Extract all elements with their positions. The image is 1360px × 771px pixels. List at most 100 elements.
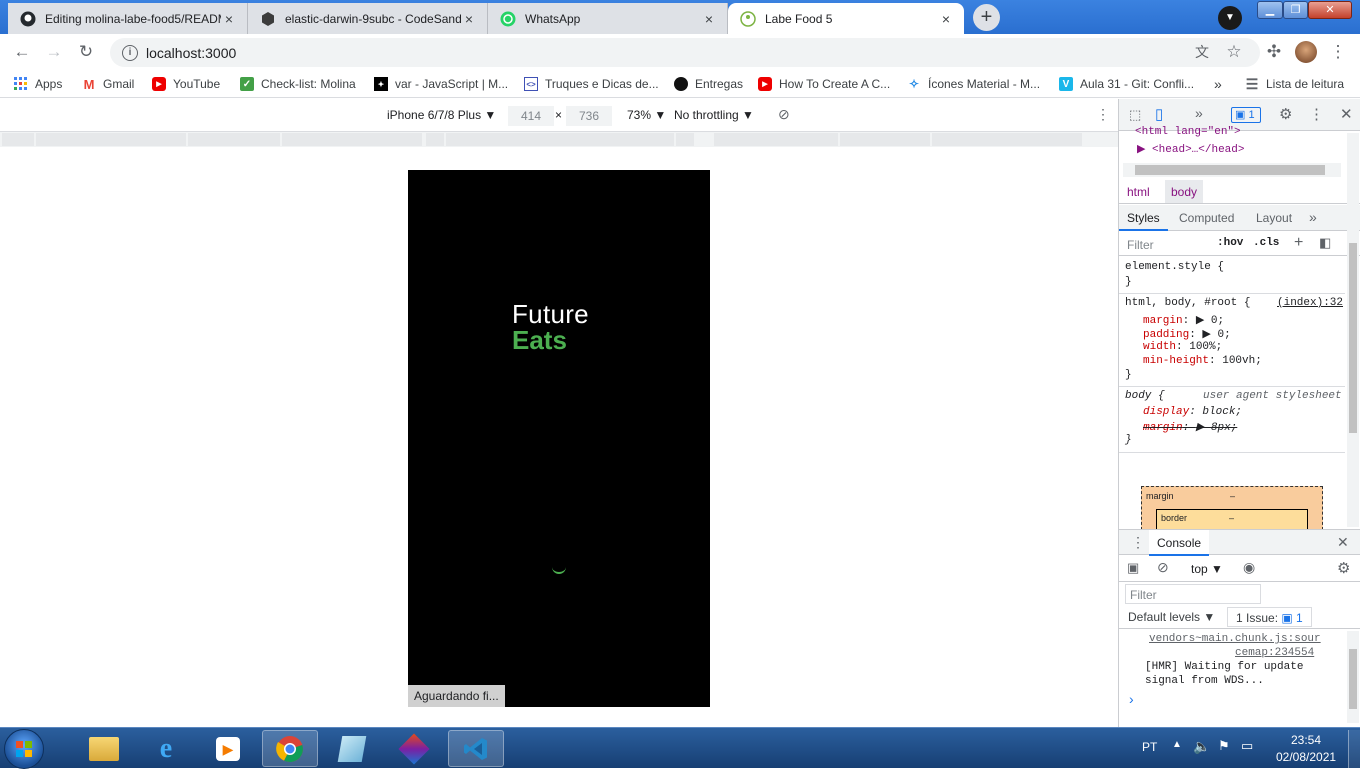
bookmark-apps[interactable]: Apps xyxy=(14,75,62,93)
css-prop-row-overridden[interactable]: margin: ▶ 8px; xyxy=(1143,420,1237,434)
bookmark-youtube[interactable]: ▶ YouTube xyxy=(152,75,220,93)
rule1-selector[interactable]: html, body, #root { xyxy=(1125,297,1250,309)
flag-icon[interactable]: ⚑ xyxy=(1218,738,1230,754)
volume-icon[interactable]: 🔈 xyxy=(1193,738,1210,755)
close-icon[interactable]: ✕ xyxy=(1337,534,1349,551)
console-filter-input[interactable]: Filter xyxy=(1125,584,1261,604)
dom-node-head[interactable]: ▶ <head>…</head> xyxy=(1137,142,1244,156)
tab-labefood[interactable]: Labe Food 5 × xyxy=(728,3,964,34)
tab-styles[interactable]: Styles xyxy=(1119,205,1168,231)
styles-filter-input[interactable]: Filter xyxy=(1127,238,1154,252)
horizontal-scrollbar[interactable] xyxy=(1123,163,1341,177)
css-prop-row[interactable]: display: block; xyxy=(1143,406,1242,418)
more-options-icon[interactable]: ⋮ xyxy=(1309,105,1324,123)
clear-console-icon[interactable]: ⊘ xyxy=(1157,559,1169,576)
menu-icon[interactable]: ⋮ xyxy=(1326,40,1350,64)
reload-icon[interactable]: ↻ xyxy=(74,40,98,64)
info-icon[interactable]: i xyxy=(122,44,138,61)
tab-github[interactable]: Editing molina-labe-food5/README × xyxy=(8,3,248,34)
close-icon[interactable]: × xyxy=(221,11,237,27)
zoom-select[interactable]: 73% ▼ xyxy=(627,108,666,122)
dom-node-html[interactable]: <html lang="en"> xyxy=(1135,126,1241,138)
avatar[interactable] xyxy=(1294,40,1318,64)
more-tabs-icon[interactable]: » xyxy=(1195,105,1203,121)
device-mode-icon[interactable]: ▯ xyxy=(1155,105,1163,123)
address-bar[interactable]: i localhost:3000 xyxy=(110,38,1260,67)
rule1-source-link[interactable]: (index):32 xyxy=(1277,297,1343,309)
close-icon[interactable]: × xyxy=(938,11,954,27)
box-model-margin[interactable]: margin – border – xyxy=(1141,486,1323,539)
close-icon[interactable]: × xyxy=(461,11,477,27)
cls-toggle[interactable]: .cls xyxy=(1253,237,1279,249)
star-icon[interactable]: ☆ xyxy=(1222,40,1246,64)
bookmark-truques[interactable]: <> Truques e Dicas de... xyxy=(524,75,659,93)
extensions-icon[interactable]: ✣ xyxy=(1262,40,1286,64)
bookmark-checklist[interactable]: ✓ Check-list: Molina xyxy=(240,75,356,93)
css-prop-row[interactable]: padding: ▶ 0; xyxy=(1143,327,1231,341)
start-button[interactable] xyxy=(4,729,44,769)
height-input[interactable]: 736 xyxy=(566,106,612,126)
tab-console[interactable]: Console xyxy=(1149,530,1210,556)
tab-whatsapp[interactable]: WhatsApp × xyxy=(488,3,728,34)
gear-icon[interactable]: ⚙ xyxy=(1279,105,1292,123)
close-icon[interactable]: × xyxy=(701,11,717,27)
css-prop-row[interactable]: min-height: 100vh; xyxy=(1143,355,1262,367)
taskbar-ie[interactable]: e xyxy=(138,730,194,767)
gear-icon[interactable]: ⚙ xyxy=(1337,559,1350,577)
reading-list-button[interactable]: ☰ Lista de leitura xyxy=(1245,75,1344,93)
clock-time[interactable]: 23:54 xyxy=(1291,733,1321,747)
network-icon[interactable]: ▭ xyxy=(1241,738,1253,754)
taskbar-chrome[interactable] xyxy=(262,730,318,767)
eye-icon[interactable]: ◉ xyxy=(1243,559,1255,576)
sidebar-toggle-icon[interactable]: ▣ xyxy=(1127,560,1139,576)
bookmark-aula31[interactable]: V Aula 31 - Git: Confli... xyxy=(1059,75,1194,93)
throttling-select[interactable]: No throttling ▼ xyxy=(674,108,754,122)
rotate-icon[interactable]: ⊘ xyxy=(778,106,790,123)
tab-computed[interactable]: Computed xyxy=(1179,211,1234,225)
minimize-button[interactable]: ▁ xyxy=(1257,1,1283,19)
sidebar-toggle-icon[interactable]: ◧ xyxy=(1319,235,1331,251)
inspect-icon[interactable]: ⬚ xyxy=(1129,107,1141,123)
bookmark-mdn[interactable]: ✦ var - JavaScript | M... xyxy=(374,75,508,93)
rule2-selector[interactable]: body { xyxy=(1125,390,1165,402)
vertical-scrollbar[interactable] xyxy=(1347,133,1359,527)
taskbar-media[interactable]: ▶ xyxy=(200,730,256,767)
tab-layout[interactable]: Layout xyxy=(1256,211,1292,225)
language-indicator[interactable]: PT xyxy=(1142,740,1157,754)
bookmarks-more-button[interactable]: » xyxy=(1214,75,1222,93)
taskbar-git[interactable] xyxy=(386,730,442,767)
bookmark-material[interactable]: ✧ Ícones Material - M... xyxy=(907,75,1040,93)
breadcrumb-html[interactable]: html xyxy=(1127,185,1150,199)
css-prop-row[interactable]: margin: ▶ 0; xyxy=(1143,313,1224,327)
css-prop-row[interactable]: width: 100%; xyxy=(1143,341,1222,353)
translate-icon[interactable]: 文 xyxy=(1190,40,1214,64)
hov-toggle[interactable]: :hov xyxy=(1217,237,1243,249)
vertical-scrollbar[interactable] xyxy=(1347,631,1359,723)
context-select[interactable]: top ▼ xyxy=(1191,562,1223,576)
back-arrow-icon[interactable]: ← xyxy=(10,40,34,64)
chevron-down-icon[interactable]: ▼ xyxy=(1218,6,1242,30)
drawer-menu-icon[interactable]: ⋮ xyxy=(1131,534,1145,551)
console-prompt[interactable]: › xyxy=(1129,691,1134,707)
breadcrumb-body[interactable]: body xyxy=(1165,180,1204,203)
console-source-link[interactable]: cemap:234554 xyxy=(1235,647,1314,659)
taskbar-notes[interactable] xyxy=(324,730,380,767)
forward-arrow-icon[interactable]: → xyxy=(42,40,66,64)
close-window-button[interactable]: ✕ xyxy=(1308,1,1352,19)
levels-select[interactable]: Default levels ▼ xyxy=(1128,610,1215,624)
close-icon[interactable]: ✕ xyxy=(1340,105,1353,123)
bookmark-entregas[interactable]: Entregas xyxy=(674,75,743,93)
more-tabs-icon[interactable]: » xyxy=(1309,209,1317,225)
maximize-button[interactable]: ❐ xyxy=(1283,1,1308,19)
bookmark-howto[interactable]: ▶ How To Create A C... xyxy=(758,75,890,93)
width-input[interactable]: 414 xyxy=(508,106,554,126)
tray-arrow-icon[interactable]: ▲ xyxy=(1172,739,1182,750)
more-options-icon[interactable]: ⋮ xyxy=(1096,106,1110,123)
taskbar-vscode[interactable] xyxy=(448,730,504,767)
issues-button[interactable]: 1 Issue: ▣ 1 xyxy=(1227,607,1312,627)
taskbar-explorer[interactable] xyxy=(76,730,132,767)
clock-date[interactable]: 02/08/2021 xyxy=(1276,750,1336,764)
console-source-link[interactable]: vendors~main.chunk.js:sour xyxy=(1149,633,1321,645)
show-desktop-button[interactable] xyxy=(1348,730,1360,768)
media-query-ruler[interactable] xyxy=(0,132,1118,147)
